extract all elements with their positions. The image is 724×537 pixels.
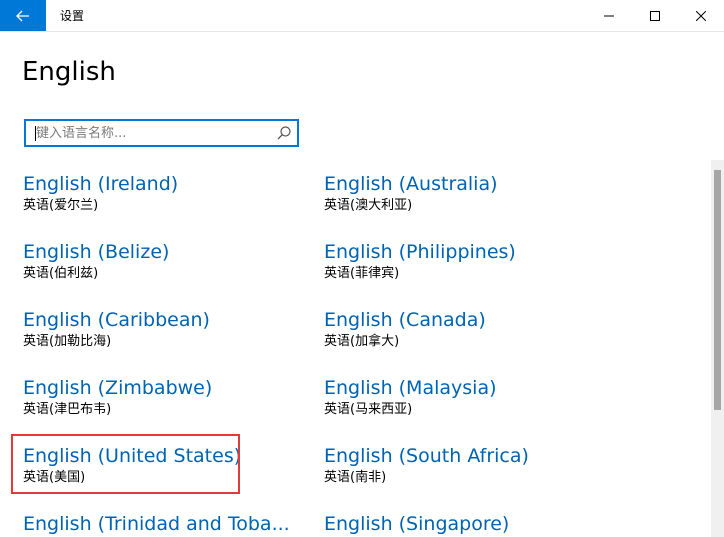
language-item-english-ireland[interactable]: English (Ireland) 英语(爱尔兰) bbox=[23, 172, 295, 215]
language-name: English (Singapore) bbox=[324, 513, 510, 535]
language-native-name: 英语(伯利兹) bbox=[23, 266, 99, 281]
language-item-english-philippines[interactable]: English (Philippines) 英语(菲律宾) bbox=[324, 240, 596, 283]
language-native-name: 英语(加拿大) bbox=[324, 334, 400, 349]
language-item-english-australia[interactable]: English (Australia) 英语(澳大利亚) bbox=[324, 172, 596, 215]
language-name: English (Canada) bbox=[324, 309, 486, 331]
window-title: 设置 bbox=[60, 9, 85, 23]
language-item-english-singapore[interactable]: English (Singapore) bbox=[324, 512, 596, 536]
back-button[interactable] bbox=[0, 0, 46, 31]
language-name: English (Caribbean) bbox=[23, 309, 210, 331]
language-name: English (Zimbabwe) bbox=[23, 377, 213, 399]
language-native-name: 英语(南非) bbox=[324, 470, 387, 485]
language-item-english-zimbabwe[interactable]: English (Zimbabwe) 英语(津巴布韦) bbox=[23, 376, 295, 419]
language-name: English (Malaysia) bbox=[324, 377, 497, 399]
language-native-name: 英语(马来西亚) bbox=[324, 402, 413, 417]
language-native-name: 英语(爱尔兰) bbox=[23, 198, 99, 213]
minimize-button[interactable] bbox=[586, 0, 632, 31]
search-box[interactable] bbox=[24, 119, 299, 147]
maximize-button[interactable] bbox=[632, 0, 678, 31]
search-input[interactable] bbox=[26, 121, 276, 145]
language-native-name: 英语(菲律宾) bbox=[324, 266, 400, 281]
language-name: English (Trinidad and Toba... bbox=[23, 513, 290, 535]
language-item-english-belize[interactable]: English (Belize) 英语(伯利兹) bbox=[23, 240, 295, 283]
minimize-icon bbox=[604, 15, 614, 16]
language-native-name: 英语(津巴布韦) bbox=[23, 402, 112, 417]
maximize-icon bbox=[650, 10, 660, 21]
close-button[interactable] bbox=[678, 0, 724, 31]
language-native-name: 英语(加勒比海) bbox=[23, 334, 112, 349]
selection-highlight-box bbox=[11, 434, 240, 494]
scrollbar-thumb[interactable] bbox=[714, 170, 721, 410]
language-name: English (Belize) bbox=[23, 241, 170, 263]
language-name: English (Philippines) bbox=[324, 241, 516, 263]
language-item-english-south-africa[interactable]: English (South Africa) 英语(南非) bbox=[324, 444, 596, 487]
language-item-english-malaysia[interactable]: English (Malaysia) 英语(马来西亚) bbox=[324, 376, 596, 419]
language-item-english-trinidad-and-tobago[interactable]: English (Trinidad and Toba... bbox=[23, 512, 295, 536]
close-icon bbox=[696, 10, 706, 21]
language-name: English (Australia) bbox=[324, 173, 498, 195]
search-icon[interactable] bbox=[276, 125, 292, 141]
language-name: English (Ireland) bbox=[23, 173, 179, 195]
language-item-english-caribbean[interactable]: English (Caribbean) 英语(加勒比海) bbox=[23, 308, 295, 351]
language-native-name: 英语(澳大利亚) bbox=[324, 198, 413, 213]
text-caret bbox=[35, 126, 36, 141]
language-item-english-canada[interactable]: English (Canada) 英语(加拿大) bbox=[324, 308, 596, 351]
title-bar: 设置 bbox=[0, 0, 724, 32]
page-title: English bbox=[22, 57, 116, 87]
vertical-scrollbar[interactable] bbox=[711, 160, 724, 537]
language-name: English (South Africa) bbox=[324, 445, 529, 467]
arrow-left-icon bbox=[16, 10, 29, 21]
